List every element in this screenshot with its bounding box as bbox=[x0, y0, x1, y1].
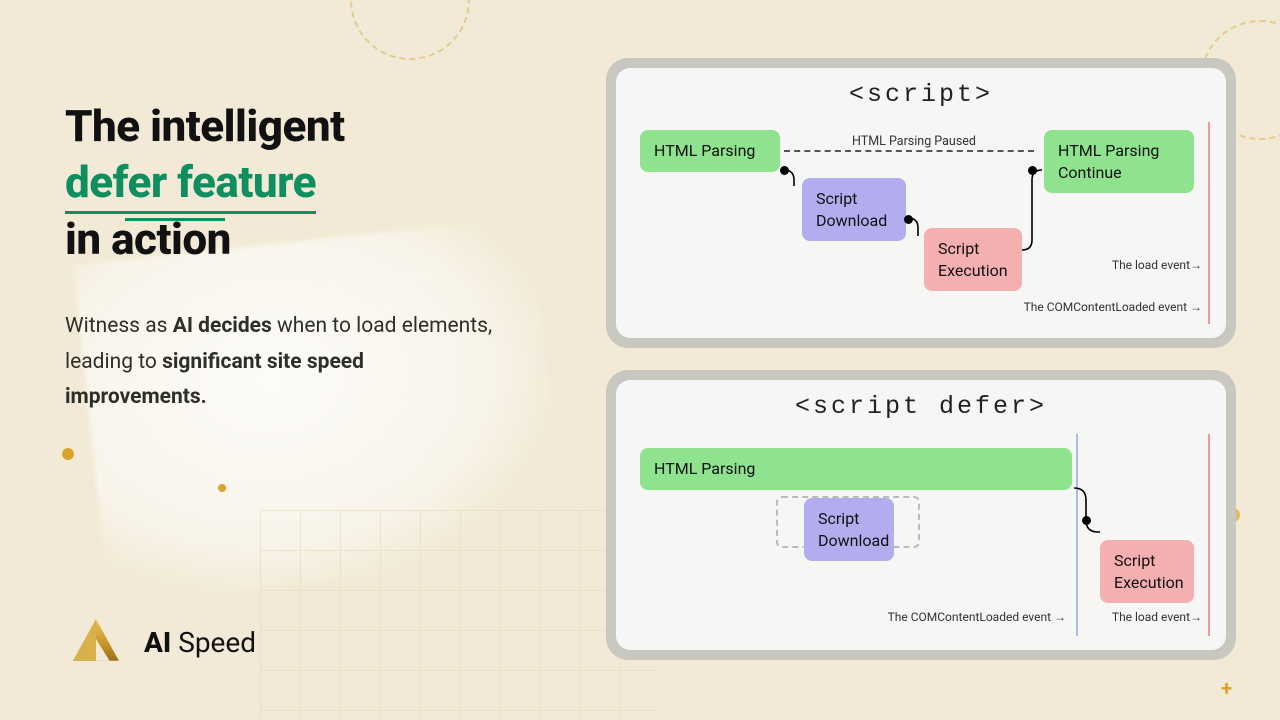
load-event-line bbox=[1208, 434, 1210, 636]
box-html-parsing: HTML Parsing bbox=[640, 448, 1072, 490]
dcl-event-label: The COMContentLoaded event → bbox=[888, 610, 1066, 624]
box-script-download: Script Download bbox=[804, 498, 894, 561]
connector-dot bbox=[780, 166, 789, 175]
headline-block: The intelligent defer feature in action … bbox=[65, 98, 535, 416]
page-title: The intelligent defer feature in action bbox=[65, 98, 535, 267]
load-event-label: The load event→ bbox=[1112, 610, 1202, 624]
brand-name: AI Speed bbox=[144, 626, 256, 659]
connector-dot bbox=[1028, 166, 1037, 175]
brand-logo-icon bbox=[70, 616, 122, 668]
diagram-script-normal: <script> HTML Parsing HTML Parsing Pause… bbox=[606, 58, 1236, 348]
load-event-line bbox=[1208, 122, 1210, 324]
diagram-title: <script defer> bbox=[616, 392, 1226, 421]
load-event-label: The load event→ bbox=[1112, 258, 1202, 272]
brand: AI Speed bbox=[70, 616, 256, 668]
diagram-title: <script> bbox=[616, 80, 1226, 109]
bg-dashed-arc bbox=[350, 0, 470, 60]
box-script-execution: Script Execution bbox=[1100, 540, 1194, 603]
diagram-script-defer: <script defer> HTML Parsing Script Downl… bbox=[606, 370, 1236, 660]
plus-icon: + bbox=[1221, 676, 1232, 700]
box-html-parsing: HTML Parsing bbox=[640, 130, 780, 172]
headline-highlight: defer feature bbox=[65, 154, 316, 210]
bg-dot bbox=[218, 484, 226, 492]
bg-grid bbox=[260, 510, 660, 720]
description: Witness as AI decides when to load eleme… bbox=[65, 309, 495, 416]
connector-dot bbox=[1082, 516, 1091, 525]
dcl-event-line bbox=[1076, 434, 1078, 636]
connector-dot bbox=[904, 215, 913, 224]
dcl-event-label: The COMContentLoaded event → bbox=[1024, 300, 1202, 314]
paused-label: HTML Parsing Paused bbox=[852, 134, 976, 149]
bg-dot bbox=[62, 448, 74, 460]
headline-line1: The intelligent bbox=[65, 100, 345, 152]
box-script-download: Script Download bbox=[802, 178, 906, 241]
box-html-parsing-continue: HTML Parsing Continue bbox=[1044, 130, 1194, 193]
paused-dashed-line bbox=[784, 150, 1034, 152]
box-script-execution: Script Execution bbox=[924, 228, 1022, 291]
